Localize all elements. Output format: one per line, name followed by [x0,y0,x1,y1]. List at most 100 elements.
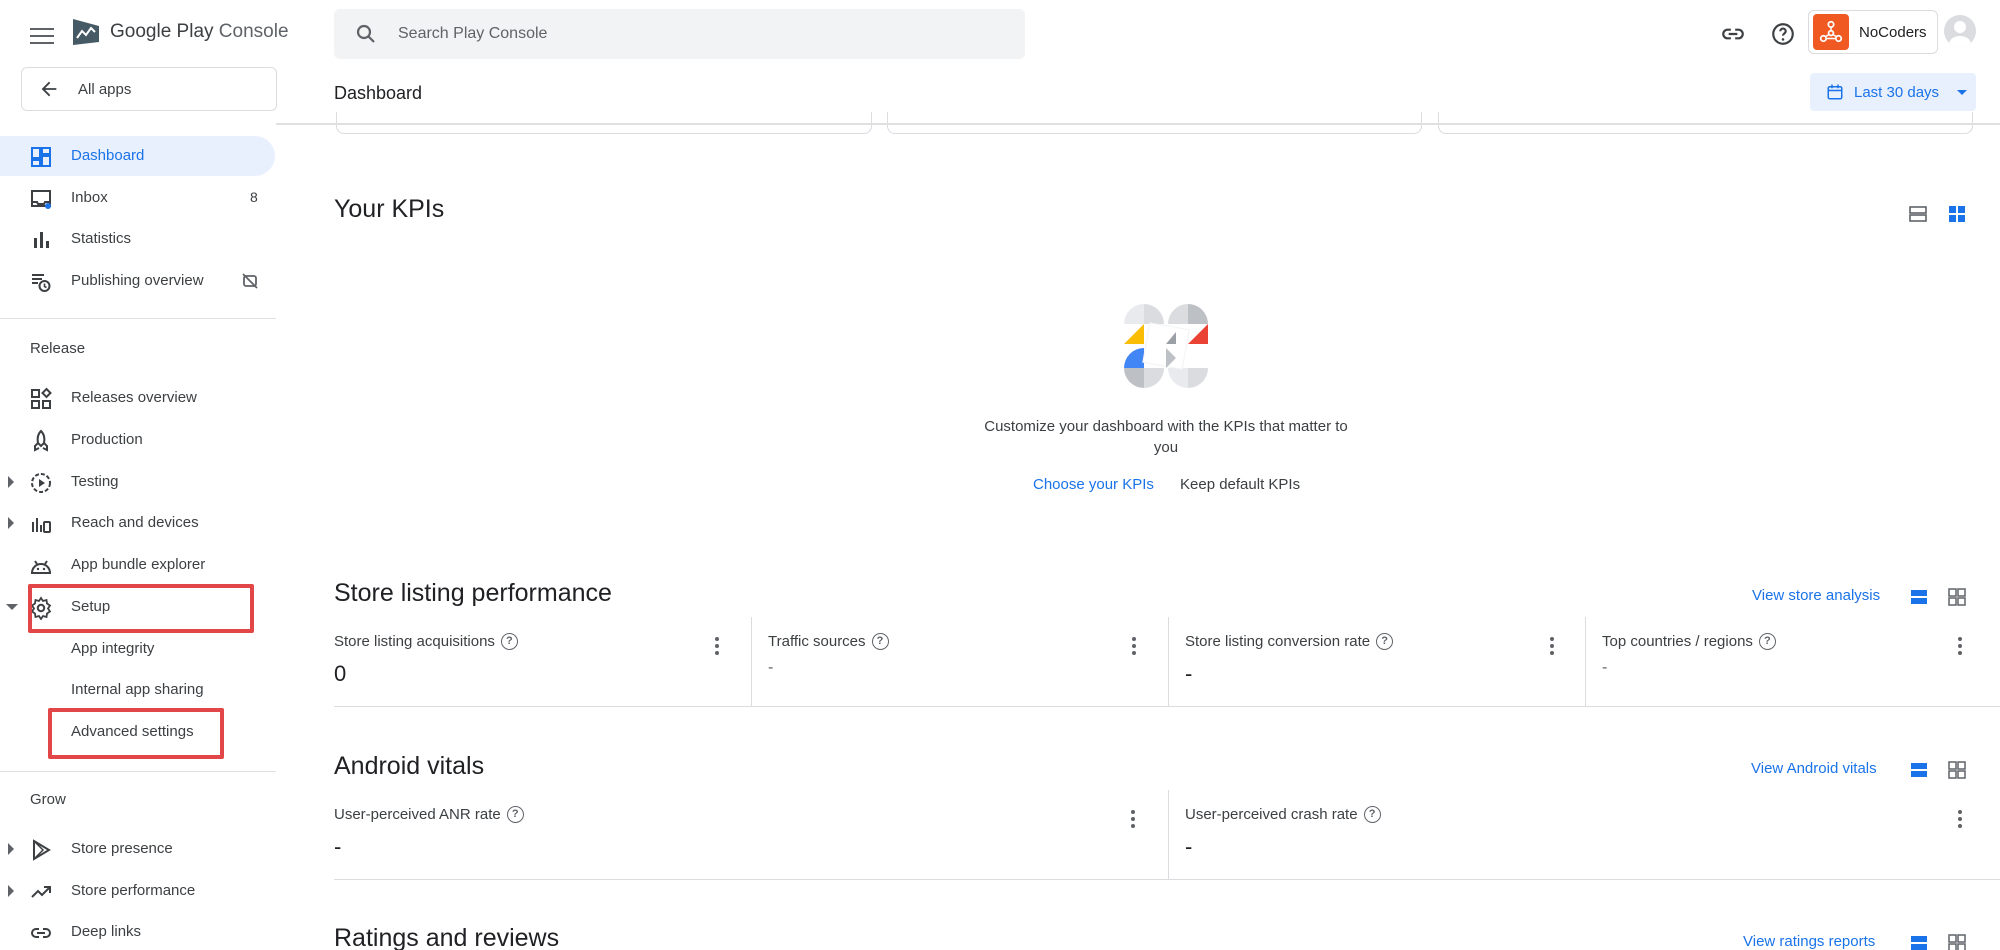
sidebar-item-production[interactable]: Production [0,420,276,460]
avatar[interactable] [1944,15,1976,47]
view-ratings-reports-link[interactable]: View ratings reports [1743,933,1875,950]
metric-label-text: Store listing acquisitions [334,633,495,650]
sidebar-item-inbox[interactable]: Inbox 8 [0,178,276,218]
help-icon[interactable]: ? [506,806,524,823]
expand-caret-icon[interactable] [8,476,14,488]
metric-label-text: Traffic sources [768,633,866,650]
logo-text-primary: Google Play [110,21,214,42]
metric-card[interactable]: Store listing conversion rate? - [1168,617,1585,707]
sidebar-item-store-performance[interactable]: Store performance [0,871,276,911]
sidebar-item-testing[interactable]: Testing [0,462,276,502]
expand-caret-icon[interactable] [8,843,14,855]
logo-text-secondary: Console [218,21,289,42]
sidebar-item-label: Store presence [71,840,173,857]
view-android-vitals-link[interactable]: View Android vitals [1751,760,1877,777]
search-input[interactable] [398,25,898,43]
sidebar-item-label: Store performance [71,882,196,899]
section-title-android-vitals: Android vitals [334,752,485,780]
sidebar-item-releases-overview[interactable]: Releases overview [0,378,276,418]
account-switcher[interactable]: NoCoders [1808,10,1938,54]
help-icon[interactable]: ? [1376,633,1394,650]
inbox-icon [29,187,53,211]
sidebar-divider [0,318,276,319]
help-icon[interactable] [1770,21,1796,47]
list-view-icon[interactable] [1909,933,1929,950]
section-label-release: Release [30,340,86,357]
more-vert-icon[interactable] [714,637,720,655]
reach-devices-icon [29,512,53,536]
sidebar-item-app-bundle-explorer[interactable]: App bundle explorer [0,545,276,585]
sidebar-item-label: Testing [71,473,119,490]
search-icon [356,24,375,43]
help-icon[interactable]: ? [1758,633,1776,650]
help-icon[interactable]: ? [500,633,518,650]
expand-caret-icon[interactable] [8,517,14,529]
sidebar-item-dashboard[interactable]: Dashboard [0,136,275,176]
help-icon[interactable]: ? [1363,806,1381,823]
sidebar-item-deep-links[interactable]: Deep links [0,912,276,950]
metric-card[interactable]: User-perceived ANR rate? - [334,790,1168,880]
more-vert-icon[interactable] [1130,810,1136,828]
play-icon [29,838,53,862]
grid-view-icon[interactable] [1947,760,1967,780]
metric-card[interactable]: User-perceived crash rate? - [1168,790,2000,880]
metric-card[interactable]: Traffic sources? - [751,617,1168,707]
android-vitals-metrics: User-perceived ANR rate? - User-perceive… [334,790,2000,880]
sidebar-item-publishing-overview[interactable]: Publishing overview [0,261,276,301]
list-view-icon[interactable] [1909,760,1929,780]
more-vert-icon[interactable] [1131,637,1137,655]
sidebar-item-label: Dashboard [71,147,145,164]
metric-label: Store listing conversion rate? [1185,633,1394,650]
more-vert-icon[interactable] [1549,637,1555,655]
arrow-back-icon [41,81,57,97]
date-range-label: Last 30 days [1854,83,1940,101]
sidebar-item-internal-app-sharing[interactable]: Internal app sharing [0,670,276,710]
sidebar-item-label: Statistics [71,230,132,247]
publishing-overview-icon [29,270,53,294]
metric-card[interactable]: Top countries / regions? - [1585,617,2000,707]
managed-publishing-off-icon [240,271,260,291]
menu-icon[interactable] [30,24,54,44]
sidebar-item-label: Internal app sharing [71,681,204,698]
highlight-box-setup [28,584,254,633]
play-console-logo[interactable]: Google Play Console [70,16,289,48]
sidebar-item-label: Reach and devices [71,514,199,531]
sidebar-item-label: Production [71,431,143,448]
grid-view-icon[interactable] [1947,933,1967,950]
highlight-box-advanced-settings [48,708,224,759]
dropdown-arrow-icon [1957,89,1968,95]
list-view-icon[interactable] [1909,587,1929,607]
metric-value: 0 [334,661,347,686]
metric-label: User-perceived crash rate? [1185,806,1381,823]
grid-view-icon[interactable] [1947,204,1967,224]
sidebar-divider [0,771,276,772]
sidebar-item-store-presence[interactable]: Store presence [0,829,276,869]
more-vert-icon[interactable] [1957,637,1963,655]
account-logo-icon [1813,14,1849,50]
expand-caret-icon[interactable] [8,885,14,897]
view-store-analysis-link[interactable]: View store analysis [1752,587,1880,604]
releases-overview-icon [29,387,53,411]
keep-default-kpis-link[interactable]: Keep default KPIs [1180,476,1300,493]
metric-value: - [768,659,774,676]
choose-kpis-link[interactable]: Choose your KPIs [1033,476,1154,493]
all-apps-button[interactable]: All apps [21,67,277,111]
sidebar-item-app-integrity[interactable]: App integrity [0,629,276,669]
link-icon [29,921,53,945]
android-icon [29,554,53,578]
metric-card[interactable]: Store listing acquisitions? 0 [334,617,751,707]
section-title-store-listing: Store listing performance [334,579,612,607]
collapse-caret-icon[interactable] [6,604,18,610]
link-icon[interactable] [1720,21,1746,47]
sidebar-item-label: App bundle explorer [71,556,206,573]
sidebar-item-statistics[interactable]: Statistics [0,219,276,259]
grid-view-icon[interactable] [1947,587,1967,607]
search-bar[interactable] [334,9,1025,59]
sidebar-item-reach-and-devices[interactable]: Reach and devices [0,503,276,543]
more-vert-icon[interactable] [1957,810,1963,828]
help-icon[interactable]: ? [871,633,889,650]
date-range-button[interactable]: Last 30 days [1810,73,1976,111]
list-view-icon[interactable] [1908,204,1928,224]
inbox-count-badge: 8 [250,189,258,205]
production-icon [29,429,53,453]
